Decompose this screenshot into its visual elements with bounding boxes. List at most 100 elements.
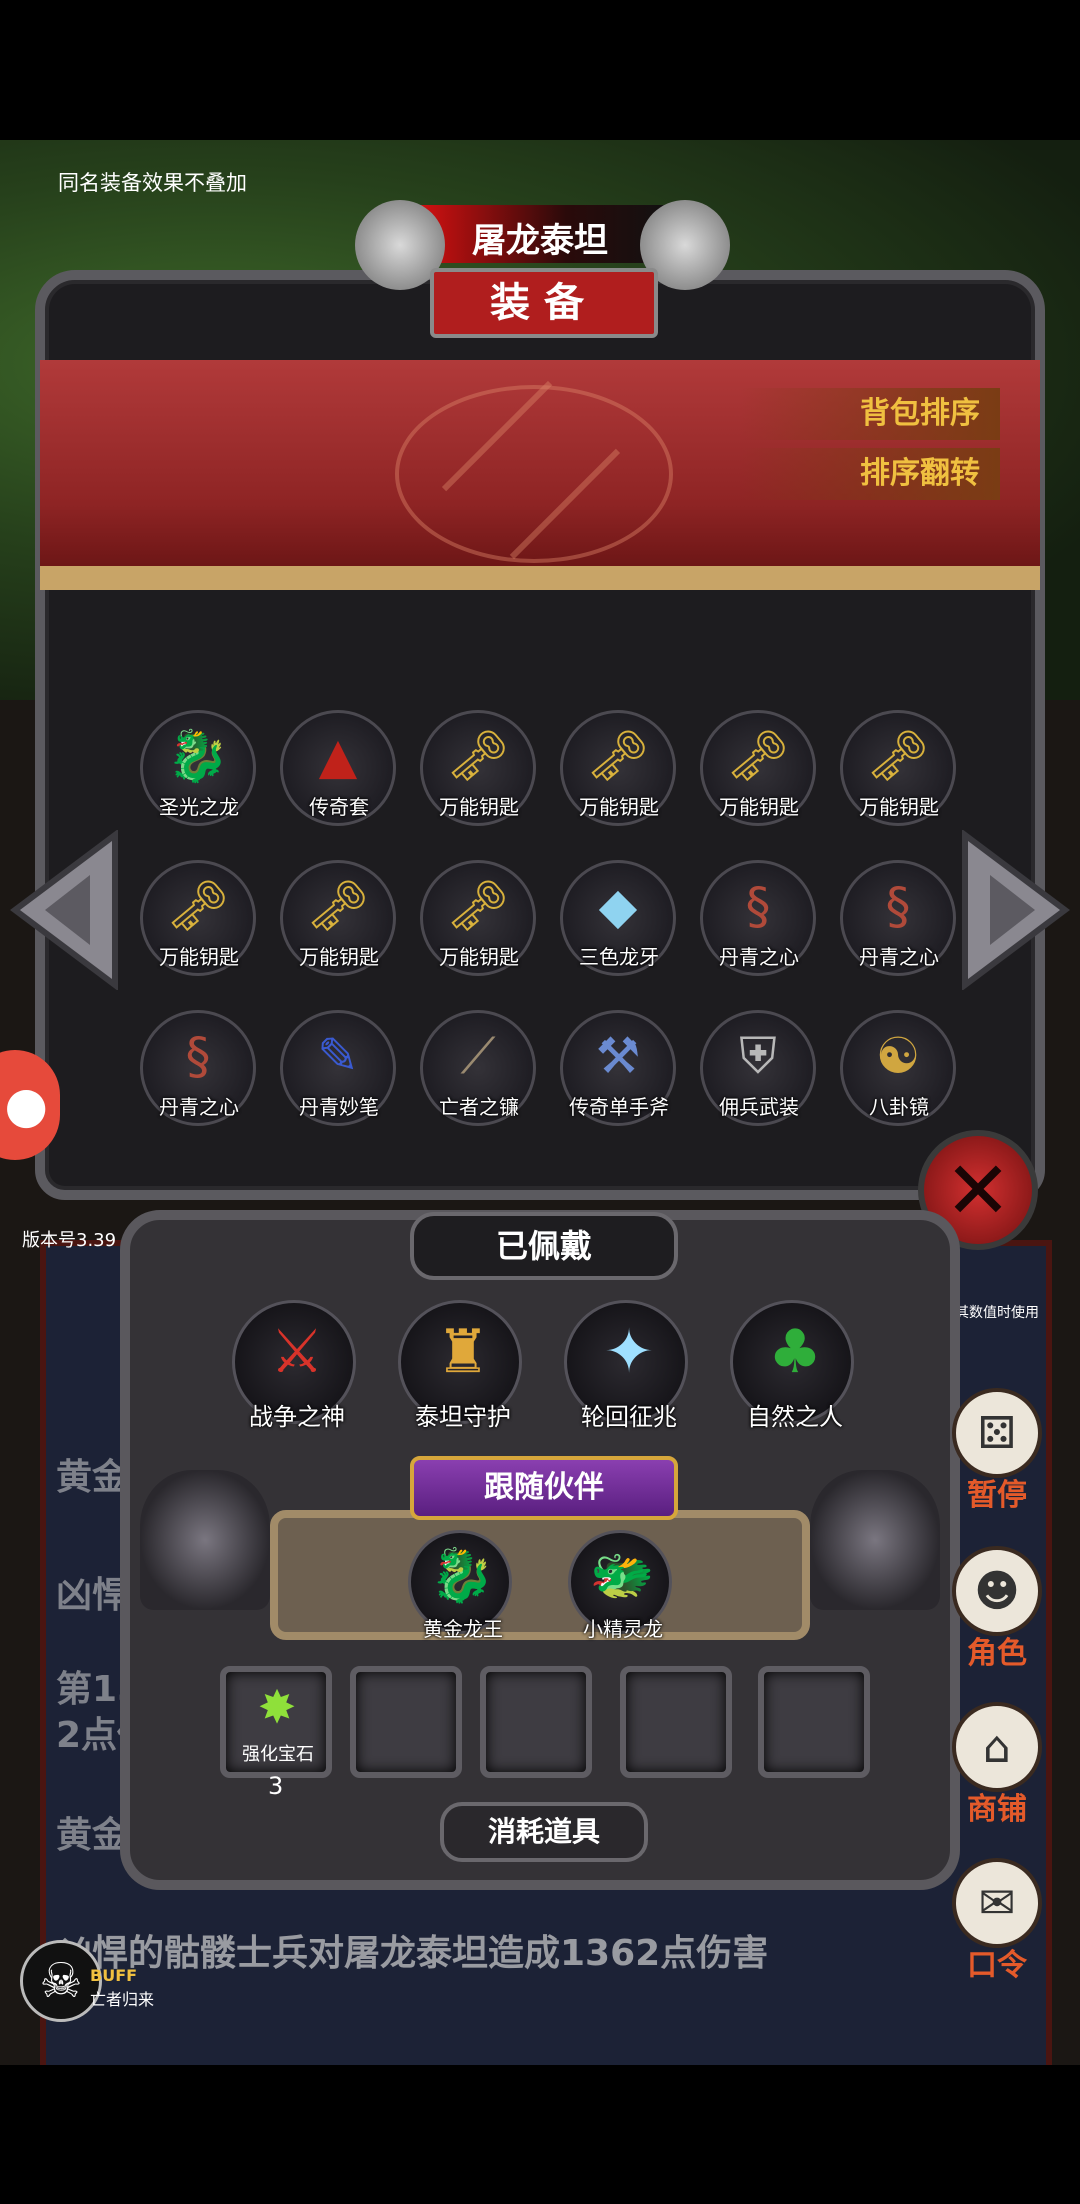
sprite-dragon-icon: 🐲	[589, 1545, 655, 1606]
item-label: 战争之神	[249, 1403, 345, 1431]
key-icon: 🗝	[726, 726, 790, 785]
shop-label: 商铺	[967, 1792, 1027, 1827]
dice-icon: ⚄	[977, 1407, 1017, 1459]
equipped-slot[interactable]: ⚔ 战争之神	[232, 1300, 356, 1431]
stat-hint: 其数值时使用	[955, 1305, 1039, 1321]
serpent-heart-icon: §	[745, 877, 771, 935]
inventory-slot[interactable]: ☯ 八卦镜	[840, 1010, 956, 1126]
scythe-icon: ⟋	[460, 1026, 496, 1085]
inventory-slot[interactable]: ✎ 丹青妙笔	[280, 1010, 396, 1126]
item-label: 丹青之心	[859, 945, 939, 969]
skull-icon: ☠	[39, 1953, 83, 2009]
consumable-slot-empty[interactable]	[620, 1666, 732, 1778]
prev-page-button[interactable]	[10, 829, 120, 991]
scroll-icon: ✉	[978, 1877, 1016, 1929]
item-label: 亡者之镰	[439, 1095, 519, 1119]
serpent-heart-icon: §	[885, 877, 911, 935]
consumable-slot-empty[interactable]	[758, 1666, 870, 1778]
item-label: 万能钥匙	[859, 795, 939, 819]
green-gem-icon: ✸	[257, 1680, 297, 1734]
shop-button[interactable]: ⌂	[952, 1702, 1042, 1792]
item-label: 佣兵武装	[719, 1095, 799, 1119]
golden-dragon-icon: 🐉	[166, 726, 230, 785]
password-label: 口令	[967, 1948, 1027, 1983]
user-icon: ●	[4, 1076, 48, 1134]
buff-desc: 亡者归来	[90, 1990, 155, 2009]
ice-staff-icon: ✦	[603, 1317, 655, 1387]
equipped-title: 已佩戴	[410, 1212, 678, 1280]
item-label: 万能钥匙	[719, 795, 799, 819]
equipped-slot[interactable]: ✦ 轮回征兆	[564, 1300, 688, 1431]
bag-sort-button[interactable]: 背包排序	[740, 388, 1000, 440]
inventory-slot[interactable]: ▲ 传奇套	[280, 710, 396, 826]
inventory-slot[interactable]: 🗝 万能钥匙	[420, 710, 536, 826]
item-label: 八卦镜	[869, 1095, 929, 1119]
log-line: 凶悍的骷髅士兵对屠龙泰坦造成1362点伤害	[56, 1933, 769, 1974]
companion-slot[interactable]: 🐉 黄金龙王	[408, 1530, 512, 1641]
inventory-slot[interactable]: § 丹青之心	[140, 1010, 256, 1126]
armor-icon: ⛨	[739, 1026, 777, 1085]
inventory-slot[interactable]: ⛨ 佣兵武装	[700, 1010, 816, 1126]
inventory-slot[interactable]: § 丹青之心	[840, 860, 956, 976]
key-icon: 🗝	[586, 726, 650, 785]
companion-label: 黄金龙王	[423, 1617, 503, 1641]
inventory-slot[interactable]: 🗝 万能钥匙	[140, 860, 256, 976]
dragon-statue-right-icon	[810, 1470, 940, 1610]
item-label: 传奇单手斧	[569, 1095, 669, 1119]
equipment-tip: 同名装备效果不叠加	[58, 171, 247, 195]
brush-icon: ✎	[317, 1027, 359, 1085]
consumable-slot-empty[interactable]	[480, 1666, 592, 1778]
inventory-slot[interactable]: ⟋ 亡者之镰	[420, 1010, 536, 1126]
companion-slot[interactable]: 🐲 小精灵龙	[568, 1530, 672, 1641]
close-icon: ✕	[944, 1143, 1012, 1237]
companion-box	[270, 1510, 810, 1640]
character-label: 角色	[967, 1636, 1027, 1671]
shop-icon: ⌂	[983, 1721, 1011, 1773]
item-label: 轮回征兆	[581, 1403, 677, 1431]
panel-title: 装备	[430, 268, 658, 338]
inventory-slot[interactable]: 🗝 万能钥匙	[420, 860, 536, 976]
inventory-slot[interactable]: § 丹青之心	[700, 860, 816, 976]
item-label: 万能钥匙	[579, 795, 659, 819]
consumable-slot[interactable]: ✸ 强化宝石	[220, 1666, 332, 1778]
next-page-button[interactable]	[960, 829, 1070, 991]
key-icon: 🗝	[306, 876, 370, 935]
equipped-slot[interactable]: ♣ 自然之人	[730, 1300, 854, 1431]
buff-label: BUFF	[90, 1966, 138, 1985]
consumables-title: 消耗道具	[440, 1802, 648, 1862]
companion-label: 小精灵龙	[583, 1617, 663, 1641]
dragon-statue-left-icon	[140, 1470, 270, 1610]
key-icon: 🗝	[446, 726, 510, 785]
item-label: 圣光之龙	[159, 795, 239, 819]
gold-dragon-king-icon: 🐉	[429, 1545, 495, 1606]
inventory-slot[interactable]: 🐉 圣光之龙	[140, 710, 256, 826]
right-arrow-icon	[962, 829, 1070, 991]
consumable-count: 3	[268, 1772, 284, 1800]
inventory-slot[interactable]: ⚒ 传奇单手斧	[560, 1010, 676, 1126]
item-label: 泰坦守护	[415, 1403, 511, 1431]
item-label: 万能钥匙	[159, 945, 239, 969]
bagua-mirror-icon: ☯	[875, 1027, 921, 1085]
password-button[interactable]: ✉	[952, 1858, 1042, 1948]
hooded-figure-icon: ☻	[974, 1565, 1020, 1617]
log-line: 凶悍	[56, 1575, 129, 1616]
equipped-slot[interactable]: ♜ 泰坦守护	[398, 1300, 522, 1431]
inventory-slot[interactable]: 🗝 万能钥匙	[840, 710, 956, 826]
key-icon: 🗝	[446, 876, 510, 935]
nature-man-icon: ♣	[768, 1317, 822, 1387]
consumable-slot-empty[interactable]	[350, 1666, 462, 1778]
inventory-slot[interactable]: 🗝 万能钥匙	[560, 710, 676, 826]
reverse-sort-button[interactable]: 排序翻转	[740, 448, 1000, 500]
tricolor-fang-icon: ◆	[598, 877, 638, 935]
character-button[interactable]: ☻	[952, 1546, 1042, 1636]
titan-guard-icon: ♜	[436, 1317, 490, 1387]
pause-button[interactable]: ⚄	[952, 1388, 1042, 1478]
axe-icon: ⚒	[595, 1027, 641, 1085]
inventory-slot[interactable]: 🗝 万能钥匙	[280, 860, 396, 976]
monster-name: 屠龙泰坦	[472, 221, 608, 261]
item-label: 万能钥匙	[299, 945, 379, 969]
item-label: 丹青之心	[719, 945, 799, 969]
pause-label: 暂停	[967, 1478, 1027, 1513]
inventory-slot[interactable]: ◆ 三色龙牙	[560, 860, 676, 976]
inventory-slot[interactable]: 🗝 万能钥匙	[700, 710, 816, 826]
